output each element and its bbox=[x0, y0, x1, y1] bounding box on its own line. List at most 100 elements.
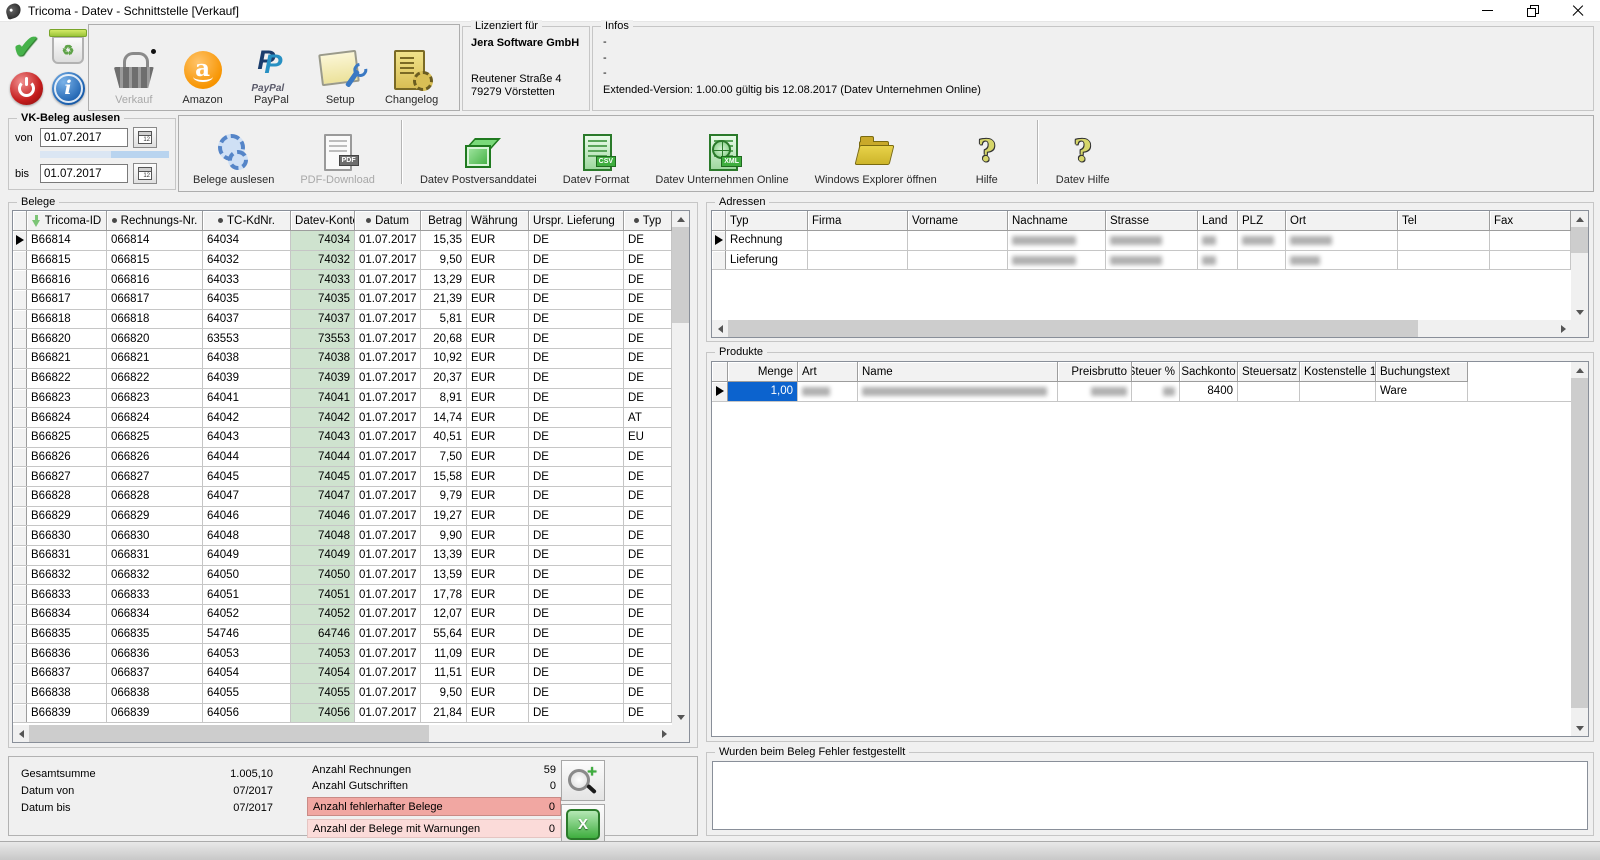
table-cell[interactable]: AT bbox=[624, 408, 672, 427]
table-cell[interactable]: DE bbox=[624, 270, 672, 289]
table-cell[interactable]: 066826 bbox=[107, 448, 203, 467]
table-cell[interactable]: 066821 bbox=[107, 349, 203, 368]
column-header-ort[interactable]: Ort bbox=[1286, 211, 1398, 231]
table-cell[interactable] bbox=[1106, 231, 1198, 250]
table-cell[interactable]: 64042 bbox=[203, 408, 291, 427]
table-cell[interactable]: DE bbox=[624, 487, 672, 506]
table-cell[interactable]: 066830 bbox=[107, 526, 203, 545]
table-cell[interactable]: B66824 bbox=[27, 408, 107, 427]
table-cell[interactable]: EUR bbox=[467, 487, 529, 506]
table-cell[interactable]: DE bbox=[529, 585, 624, 604]
table-cell[interactable]: 066822 bbox=[107, 369, 203, 388]
table-cell[interactable]: 8400 bbox=[1180, 382, 1238, 401]
column-header-urspr-lieferung[interactable]: Urspr. Lieferung bbox=[529, 211, 624, 231]
table-cell[interactable]: 01.07.2017 bbox=[355, 231, 421, 250]
table-row[interactable]: B66834066834640527405201.07.201712,07EUR… bbox=[13, 605, 672, 625]
column-header-rechnungs-nr[interactable]: Rechnungs-Nr. bbox=[107, 211, 203, 231]
column-header-plz[interactable]: PLZ bbox=[1238, 211, 1286, 231]
date-to-calendar-button[interactable]: 12 bbox=[133, 163, 157, 184]
table-cell[interactable]: 9,50 bbox=[421, 251, 467, 270]
table-cell[interactable]: DE bbox=[529, 684, 624, 703]
table-cell[interactable]: DE bbox=[624, 290, 672, 309]
table-cell[interactable]: DE bbox=[624, 585, 672, 604]
table-cell[interactable]: 15,35 bbox=[421, 231, 467, 250]
info-button[interactable]: i bbox=[48, 68, 88, 108]
table-cell[interactable]: 01.07.2017 bbox=[355, 664, 421, 683]
table-cell[interactable]: 64045 bbox=[203, 467, 291, 486]
table-cell[interactable]: EUR bbox=[467, 290, 529, 309]
table-cell[interactable]: 64046 bbox=[203, 507, 291, 526]
table-cell[interactable]: 74042 bbox=[291, 408, 355, 427]
table-cell[interactable]: 55,64 bbox=[421, 625, 467, 644]
table-cell[interactable]: EU bbox=[624, 428, 672, 447]
scrollbar-thumb[interactable] bbox=[672, 227, 689, 323]
scrollbar-track[interactable] bbox=[672, 323, 689, 709]
table-cell[interactable] bbox=[1198, 251, 1238, 270]
table-cell[interactable]: 74046 bbox=[291, 507, 355, 526]
table-cell[interactable]: B66829 bbox=[27, 507, 107, 526]
scroll-left-button[interactable] bbox=[13, 725, 29, 742]
table-cell[interactable]: DE bbox=[624, 349, 672, 368]
table-cell[interactable]: EUR bbox=[467, 251, 529, 270]
table-cell[interactable] bbox=[858, 382, 1058, 401]
table-cell[interactable] bbox=[1132, 382, 1180, 401]
scroll-down-button[interactable] bbox=[1571, 720, 1588, 736]
column-header-w-hrung[interactable]: Währung bbox=[467, 211, 529, 231]
table-row[interactable]: B66824066824640427404201.07.201714,74EUR… bbox=[13, 408, 672, 428]
table-cell[interactable]: B66823 bbox=[27, 389, 107, 408]
table-cell[interactable]: 1,00 bbox=[728, 382, 798, 401]
column-header-fax[interactable]: Fax bbox=[1490, 211, 1571, 231]
scrollbar-thumb[interactable] bbox=[1571, 227, 1588, 253]
table-cell[interactable]: 7,50 bbox=[421, 448, 467, 467]
table-cell[interactable]: 21,84 bbox=[421, 704, 467, 723]
table-cell[interactable]: 74047 bbox=[291, 487, 355, 506]
table-cell[interactable]: 9,50 bbox=[421, 684, 467, 703]
table-cell[interactable]: B66836 bbox=[27, 644, 107, 663]
table-cell[interactable]: DE bbox=[624, 369, 672, 388]
table-cell[interactable]: 64038 bbox=[203, 349, 291, 368]
table-cell[interactable]: 01.07.2017 bbox=[355, 408, 421, 427]
table-row[interactable]: B66829066829640467404601.07.201719,27EUR… bbox=[13, 507, 672, 527]
table-row[interactable]: B66820066820635537355301.07.201720,68EUR… bbox=[13, 329, 672, 349]
table-row[interactable]: B66836066836640537405301.07.201711,09EUR… bbox=[13, 644, 672, 664]
table-cell[interactable] bbox=[808, 231, 908, 250]
table-cell[interactable]: DE bbox=[624, 329, 672, 348]
table-cell[interactable]: B66830 bbox=[27, 526, 107, 545]
table-cell[interactable]: 066835 bbox=[107, 625, 203, 644]
table-cell[interactable] bbox=[1490, 231, 1571, 250]
table-cell[interactable]: B66827 bbox=[27, 467, 107, 486]
table-cell[interactable]: Lieferung bbox=[726, 251, 808, 270]
table-cell[interactable]: 066827 bbox=[107, 467, 203, 486]
table-cell[interactable] bbox=[1198, 231, 1238, 250]
toolbar-button-amazon[interactable]: aAmazon bbox=[179, 49, 227, 106]
table-cell[interactable]: 066831 bbox=[107, 546, 203, 565]
table-cell[interactable]: EUR bbox=[467, 684, 529, 703]
table-row[interactable]: B66816066816640337403301.07.201713,29EUR… bbox=[13, 270, 672, 290]
table-row[interactable]: B66822066822640397403901.07.201720,37EUR… bbox=[13, 369, 672, 389]
table-cell[interactable]: DE bbox=[624, 605, 672, 624]
table-cell[interactable]: B66817 bbox=[27, 290, 107, 309]
table-cell[interactable]: DE bbox=[529, 389, 624, 408]
table-cell[interactable]: B66822 bbox=[27, 369, 107, 388]
table-cell[interactable] bbox=[1286, 251, 1398, 270]
table-cell[interactable]: B66825 bbox=[27, 428, 107, 447]
table-cell[interactable]: DE bbox=[529, 290, 624, 309]
column-header-steuersatz[interactable]: Steuersatz bbox=[1238, 362, 1300, 382]
scroll-down-button[interactable] bbox=[672, 709, 689, 725]
table-cell[interactable]: 74038 bbox=[291, 349, 355, 368]
table-cell[interactable]: 066834 bbox=[107, 605, 203, 624]
table-cell[interactable]: EUR bbox=[467, 585, 529, 604]
table-cell[interactable]: B66828 bbox=[27, 487, 107, 506]
table-cell[interactable]: 066828 bbox=[107, 487, 203, 506]
table-cell[interactable]: DE bbox=[529, 270, 624, 289]
table-cell[interactable]: EUR bbox=[467, 704, 529, 723]
table-cell[interactable]: 74037 bbox=[291, 310, 355, 329]
table-cell[interactable] bbox=[1300, 382, 1376, 401]
table-cell[interactable]: 066824 bbox=[107, 408, 203, 427]
table-cell[interactable]: 9,90 bbox=[421, 526, 467, 545]
table-cell[interactable]: 20,68 bbox=[421, 329, 467, 348]
table-cell[interactable]: 64044 bbox=[203, 448, 291, 467]
table-cell[interactable]: 74044 bbox=[291, 448, 355, 467]
table-cell[interactable]: 9,79 bbox=[421, 487, 467, 506]
table-cell[interactable]: 066816 bbox=[107, 270, 203, 289]
